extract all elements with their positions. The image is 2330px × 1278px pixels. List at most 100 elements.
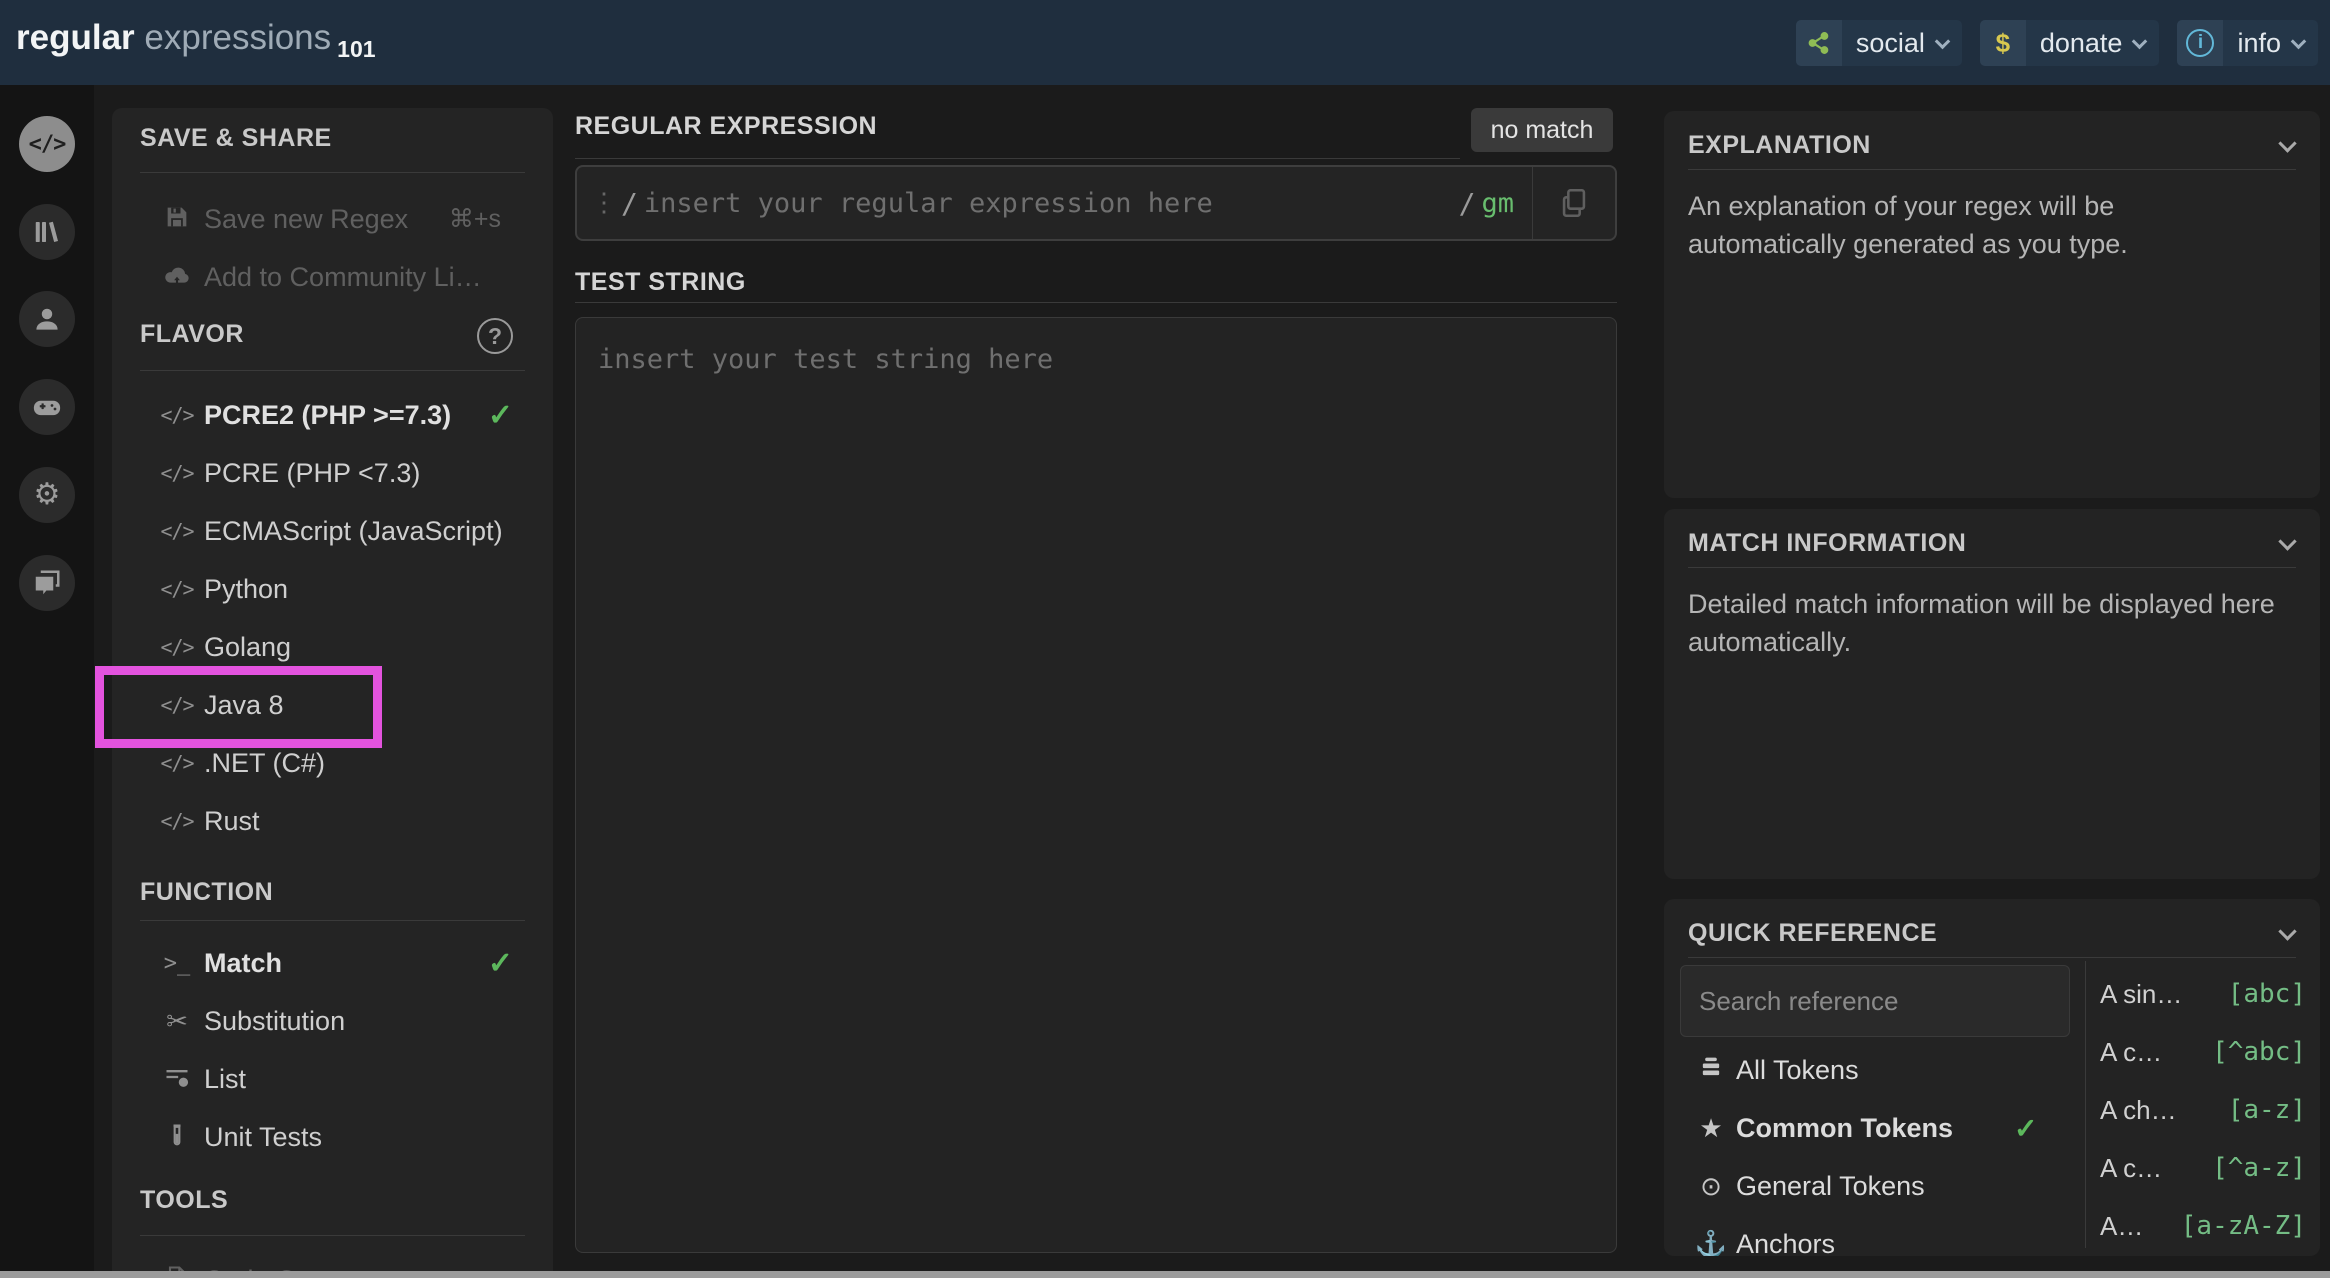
category-all-tokens[interactable]: All Tokens [1664,1041,2084,1099]
app-logo[interactable]: regular expressions101 [16,18,376,63]
open-delimiter: / [621,187,638,220]
logo-part-101: 101 [337,36,375,62]
save-new-regex-label: Save new Regex [204,204,408,235]
rail-settings-button[interactable]: ⚙ [19,467,75,523]
regex-section-title: REGULAR EXPRESSION [575,112,877,141]
social-button-label: social [1842,28,1937,59]
reference-search-input[interactable] [1680,965,2070,1037]
explanation-body: An explanation of your regex will be aut… [1688,187,2268,263]
tools-section-title: TOOLS [140,1186,228,1215]
dot-circle-icon: ⊙ [1694,1171,1728,1202]
tokens-stack-icon [1694,1053,1728,1088]
flavor-item-pcre2[interactable]: </> PCRE2 (PHP >=7.3) ✓ [112,386,553,444]
cloud-upload-icon [160,261,194,294]
icon-rail: </> ⚙ [0,85,94,1278]
library-icon [32,217,62,247]
save-share-section-title: SAVE & SHARE [140,124,332,153]
anchor-icon: ⚓ [1694,1229,1728,1257]
quick-reference-title: QUICK REFERENCE [1688,919,1937,948]
collapse-chevron-icon[interactable] [2278,922,2296,940]
add-to-community-item[interactable]: Add to Community Li… [112,248,553,306]
chat-icon [32,568,62,598]
floppy-icon [160,203,194,236]
regex-input[interactable]: ⋮ / insert your regular expression here … [575,165,1617,241]
match-information-title: MATCH INFORMATION [1688,529,1966,558]
token-row[interactable]: A… [a-zA-Z] [2100,1197,2306,1255]
code-icon: </> [29,132,66,157]
match-status-badge: no match [1471,108,1613,152]
close-delimiter: / [1459,187,1476,220]
quick-reference-card: QUICK REFERENCE All Tokens ★ Common Toke… [1664,899,2320,1256]
rail-regex-quiz-button[interactable] [19,379,75,435]
chevron-down-icon [2291,33,2307,49]
collapse-chevron-icon[interactable] [2278,134,2296,152]
category-general-tokens[interactable]: ⊙ General Tokens [1664,1157,2084,1215]
dollar-icon: $ [1980,20,2026,66]
match-information-body: Detailed match information will be displ… [1688,585,2288,661]
category-anchors[interactable]: ⚓ Anchors [1664,1215,2084,1256]
code-icon: </> [160,751,194,775]
flavor-item-python[interactable]: </> Python [112,560,553,618]
function-item-list[interactable]: List [112,1050,553,1108]
info-button-label: info [2223,28,2293,59]
match-information-card: MATCH INFORMATION Detailed match informa… [1664,509,2320,879]
function-item-match[interactable]: >_ Match ✓ [112,934,553,992]
copy-regex-button[interactable] [1533,167,1615,239]
rail-regex-editor-button[interactable]: </> [19,116,75,172]
logo-part-expressions: expressions [144,18,331,57]
social-button[interactable]: social [1796,20,1962,66]
test-string-placeholder: insert your test string here [598,344,1053,375]
function-item-substitution[interactable]: ✂ Substitution [112,992,553,1050]
terminal-icon: >_ [160,951,194,976]
flavor-item-pcre[interactable]: </> PCRE (PHP <7.3) [112,444,553,502]
donate-button-label: donate [2026,28,2135,59]
info-button[interactable]: i info [2177,20,2318,66]
horizontal-scrollbar[interactable] [0,1271,2330,1278]
info-circle-icon: i [2177,20,2223,66]
divider [1688,957,2296,958]
flavor-section-title: FLAVOR [140,320,244,349]
regex-placeholder: insert your regular expression here [644,188,1455,219]
donate-button[interactable]: $ donate [1980,20,2160,66]
share-nodes-icon [1796,20,1842,66]
user-icon [32,304,62,334]
divider [2085,961,2086,1248]
rail-library-button[interactable] [19,204,75,260]
divider [140,370,525,371]
drag-grip-icon[interactable]: ⋮ [591,188,617,218]
divider [140,172,525,173]
divider [1688,567,2296,568]
rail-feedback-button[interactable] [19,555,75,611]
check-icon: ✓ [488,398,513,433]
flavor-item-ecmascript[interactable]: </> ECMAScript (JavaScript) [112,502,553,560]
app-header: regular expressions101 social $ donate [0,0,2330,85]
token-row[interactable]: A ch… [a-z] [2100,1081,2306,1139]
token-row[interactable]: A c… [^a-z] [2100,1139,2306,1197]
gear-icon: ⚙ [34,480,61,510]
explanation-title: EXPLANATION [1688,131,1871,160]
save-new-regex-item[interactable]: Save new Regex ⌘+s [112,190,553,248]
chevron-down-icon [1935,33,1951,49]
token-row[interactable]: A c… [^abc] [2100,1023,2306,1081]
code-icon: </> [160,461,194,485]
copy-icon [1557,186,1591,220]
list-gear-icon [160,1063,194,1096]
test-string-textarea[interactable]: insert your test string here [575,317,1617,1253]
regex-flags[interactable]: gm [1481,188,1514,219]
test-string-section-title: TEST STRING [575,268,746,297]
flavor-item-rust[interactable]: </> Rust [112,792,553,850]
code-icon: </> [160,519,194,543]
divider [140,1235,525,1236]
code-icon: </> [160,635,194,659]
annotation-highlight-box [95,666,382,748]
token-row[interactable]: A sin… [abc] [2100,965,2306,1023]
code-icon: </> [160,403,194,427]
flavor-help-icon[interactable]: ? [477,318,513,354]
collapse-chevron-icon[interactable] [2278,532,2296,550]
check-icon: ✓ [488,946,513,981]
logo-part-regular: regular [16,18,135,57]
category-common-tokens[interactable]: ★ Common Tokens ✓ [1664,1099,2084,1157]
rail-account-button[interactable] [19,291,75,347]
function-item-unit-tests[interactable]: Unit Tests [112,1108,553,1166]
scissors-icon: ✂ [160,1006,194,1037]
